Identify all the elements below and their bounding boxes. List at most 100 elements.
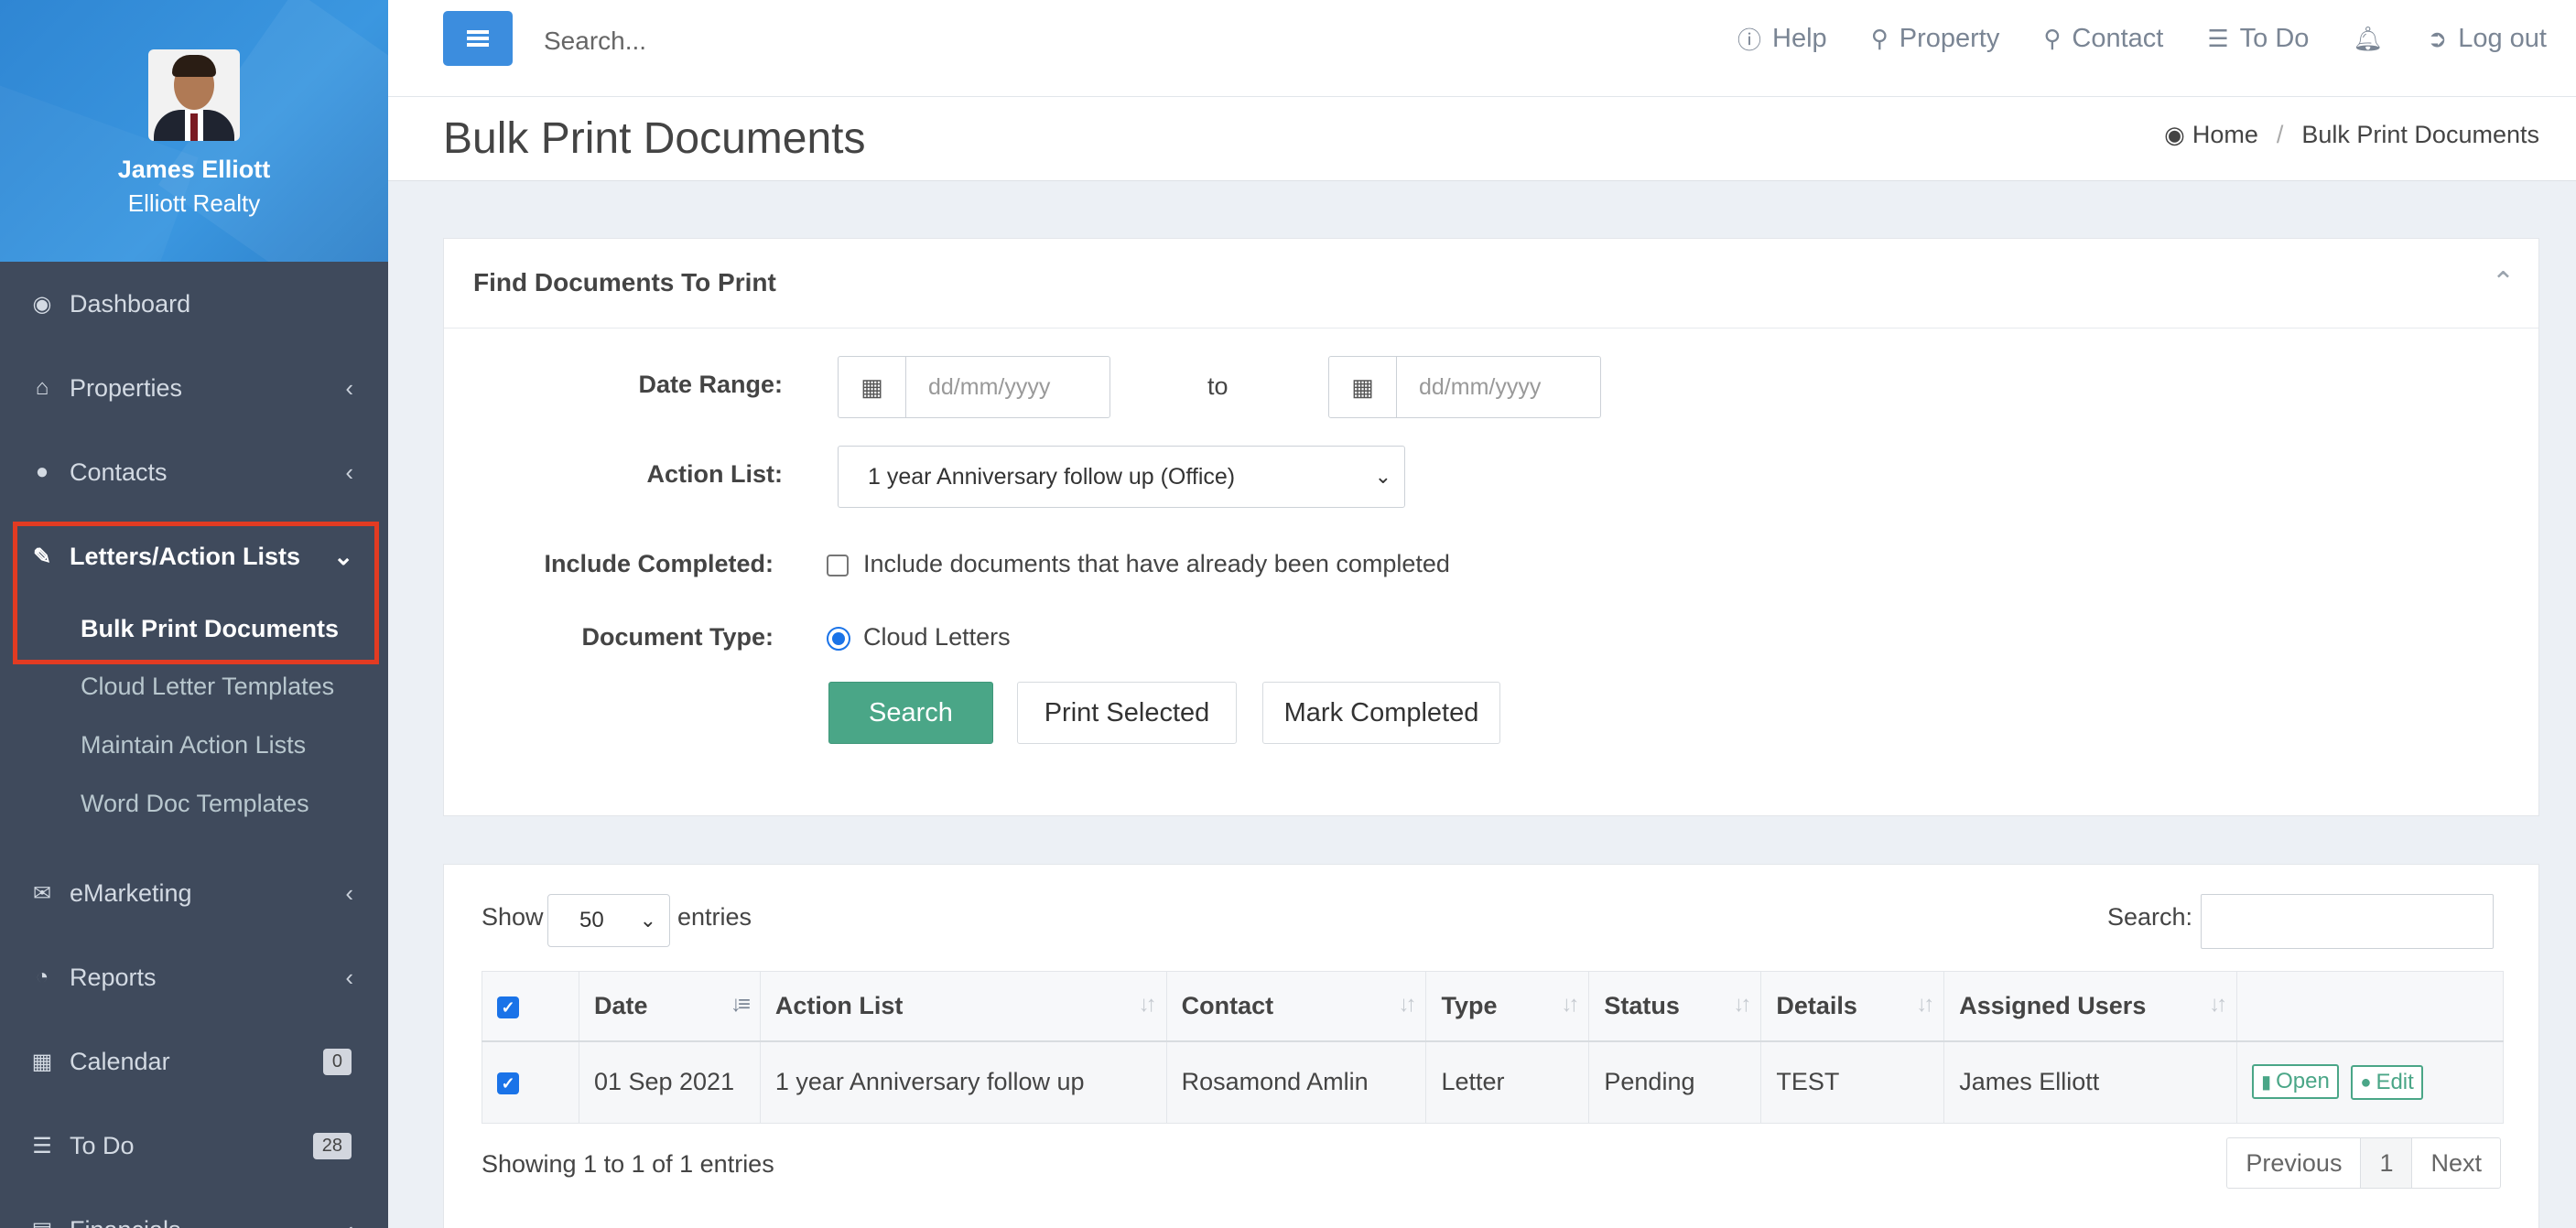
column-label: Contact [1181,991,1274,1019]
calendar-icon[interactable]: ▦ [839,357,906,417]
table-search-label: Search: [2107,903,2193,931]
column-header-contact[interactable]: Contact ↓↑ [1165,971,1427,1042]
row-checkbox[interactable]: ✓ [497,1072,519,1095]
file-icon: ▮ [2261,1072,2272,1093]
table-row[interactable]: ✓ 01 Sep 2021 1 year Anniversary follow … [482,1040,2504,1124]
sidebar-item-label: eMarketing [70,878,192,907]
row-select-cell[interactable]: ✓ [482,1040,579,1124]
menu-toggle-button[interactable] [443,11,513,66]
calendar-icon: ▦ [31,1049,53,1074]
dashboard-icon: ◉ [32,291,52,317]
search-button[interactable]: Search [828,682,993,744]
pagination-page-1[interactable]: 1 [2361,1138,2413,1188]
pagination-next[interactable]: Next [2412,1138,2500,1188]
mark-completed-button[interactable]: Mark Completed [1262,682,1500,744]
documents-table: ✓ Date ↓≡ Action List ↓↑ Contact ↓↑ Type… [482,971,2504,1124]
bell-icon: 🔔︎ [2353,25,2384,52]
edit-label: Edit [2376,1070,2414,1095]
envelope-icon: ✉ [32,880,52,906]
pagination: Previous 1 Next [2226,1137,2501,1189]
cell-status: Pending [1588,1040,1762,1124]
avatar [148,49,240,141]
column-label: Date [593,991,648,1019]
breadcrumb: ◉ Home / Bulk Print Documents [2164,121,2539,149]
sidebar-item-financials[interactable]: ▤ Financials ‹ [0,1202,388,1228]
sort-icon: ↓↑ [1733,992,1751,1017]
help-label: Help [1772,24,1827,53]
sidebar-item-label: Dashboard [70,289,191,318]
notifications-button[interactable]: 🔔︎ [2353,25,2383,53]
column-header-action-list[interactable]: Action List ↓↑ [759,971,1167,1042]
table-info: Showing 1 to 1 of 1 entries [482,1150,774,1178]
table-search-input[interactable] [2201,894,2494,949]
global-search-input[interactable] [544,20,1093,62]
include-completed-text: Include documents that have already been… [863,550,1450,577]
date-to-input[interactable] [1397,357,1598,417]
property-label: Property [1899,24,2000,53]
column-header-assigned-users[interactable]: Assigned Users ↓↑ [1943,971,2238,1042]
sort-icon: ↓↑ [1138,992,1157,1017]
search-icon: ⚲ [2043,25,2062,52]
sidebar-item-emarketing[interactable]: ✉ eMarketing ‹ [0,866,388,921]
action-list-select[interactable]: 1 year Anniversary follow up (Office) ⌄ [838,446,1405,508]
column-header-status[interactable]: Status ↓↑ [1588,971,1762,1042]
pie-chart-icon: ◔ [35,964,49,989]
chevron-up-icon[interactable]: ⌃ [2492,266,2515,298]
todo-count-badge: 28 [312,1132,352,1159]
contact-label: Contact [2072,24,2164,53]
cell-details: TEST [1760,1040,1945,1124]
open-button[interactable]: ▮ Open [2252,1064,2339,1100]
calendar-icon[interactable]: ▦ [1329,357,1397,417]
sidebar-subitem-maintain-action-lists[interactable]: Maintain Action Lists [81,731,306,759]
property-link[interactable]: ⚲ Property [1871,24,2000,54]
money-icon: ▤ [29,1217,55,1228]
pagination-previous[interactable]: Previous [2227,1138,2362,1188]
sidebar-item-calendar[interactable]: ▦ Calendar 0 [0,1034,388,1089]
chevron-down-icon: ⌄ [639,909,656,932]
page-title: Bulk Print Documents [443,114,866,163]
date-range-label: Date Range: [638,371,783,398]
column-label: Assigned Users [1959,991,2147,1019]
chevron-left-icon: ‹ [345,1216,353,1228]
breadcrumb-home[interactable]: Home [2192,121,2258,149]
contact-link[interactable]: ⚲ Contact [2043,24,2163,54]
select-all-checkbox[interactable]: ✓ [497,996,519,1018]
hamburger-icon [467,30,489,47]
column-header-details[interactable]: Details ↓↑ [1760,971,1945,1042]
column-header-date[interactable]: Date ↓≡ [578,971,761,1042]
sidebar-item-to-do[interactable]: ☰ To Do 28 [0,1118,388,1173]
column-label: Details [1776,991,1857,1019]
sidebar-item-label: Contacts [70,458,168,486]
help-link[interactable]: ⓘ Help [1737,22,1827,56]
sidebar-item-label: Calendar [70,1047,170,1075]
include-completed-label: Include Completed: [544,550,774,577]
column-header-type[interactable]: Type ↓↑ [1425,971,1590,1042]
sidebar-item-contacts[interactable]: ● Contacts ‹ [0,445,388,500]
user-icon: ● [2360,1072,2372,1093]
sidebar-subitem-word-doc-templates[interactable]: Word Doc Templates [81,790,309,818]
topbar: ⓘ Help ⚲ Property ⚲ Contact ☰ To Do 🔔︎ ➲… [388,0,2576,97]
sort-icon: ↓↑ [1561,992,1579,1017]
logout-link[interactable]: ➲ Log out [2427,24,2547,54]
chevron-left-icon: ‹ [345,373,353,402]
sidebar-item-reports[interactable]: ◔ Reports ‹ [0,950,388,1005]
date-from-input[interactable] [906,357,1108,417]
list-icon: ☰ [2207,25,2229,52]
cloud-letters-radio[interactable] [827,627,850,651]
entries-length-select[interactable]: 50 ⌄ [547,894,670,947]
sidebar-item-label: Financials [70,1216,181,1228]
sort-icon: ↓↑ [2209,992,2227,1017]
print-selected-button[interactable]: Print Selected [1017,682,1237,744]
sidebar-subitem-cloud-letter-templates[interactable]: Cloud Letter Templates [81,673,334,701]
search-icon: ⚲ [1870,25,1889,52]
sidebar-item-dashboard[interactable]: ◉ Dashboard [0,276,388,331]
sidebar: James Elliott Elliott Realty ◉ Dashboard… [0,0,388,1228]
sidebar-item-properties[interactable]: ⌂ Properties ‹ [0,361,388,415]
edit-button[interactable]: ● Edit [2351,1065,2423,1101]
open-label: Open [2276,1069,2330,1094]
include-completed-checkbox[interactable] [827,555,849,576]
column-label: Status [1604,991,1680,1019]
select-all-header[interactable]: ✓ [482,971,579,1042]
todo-link[interactable]: ☰ To Do [2207,24,2309,54]
to-label: to [1207,372,1228,400]
